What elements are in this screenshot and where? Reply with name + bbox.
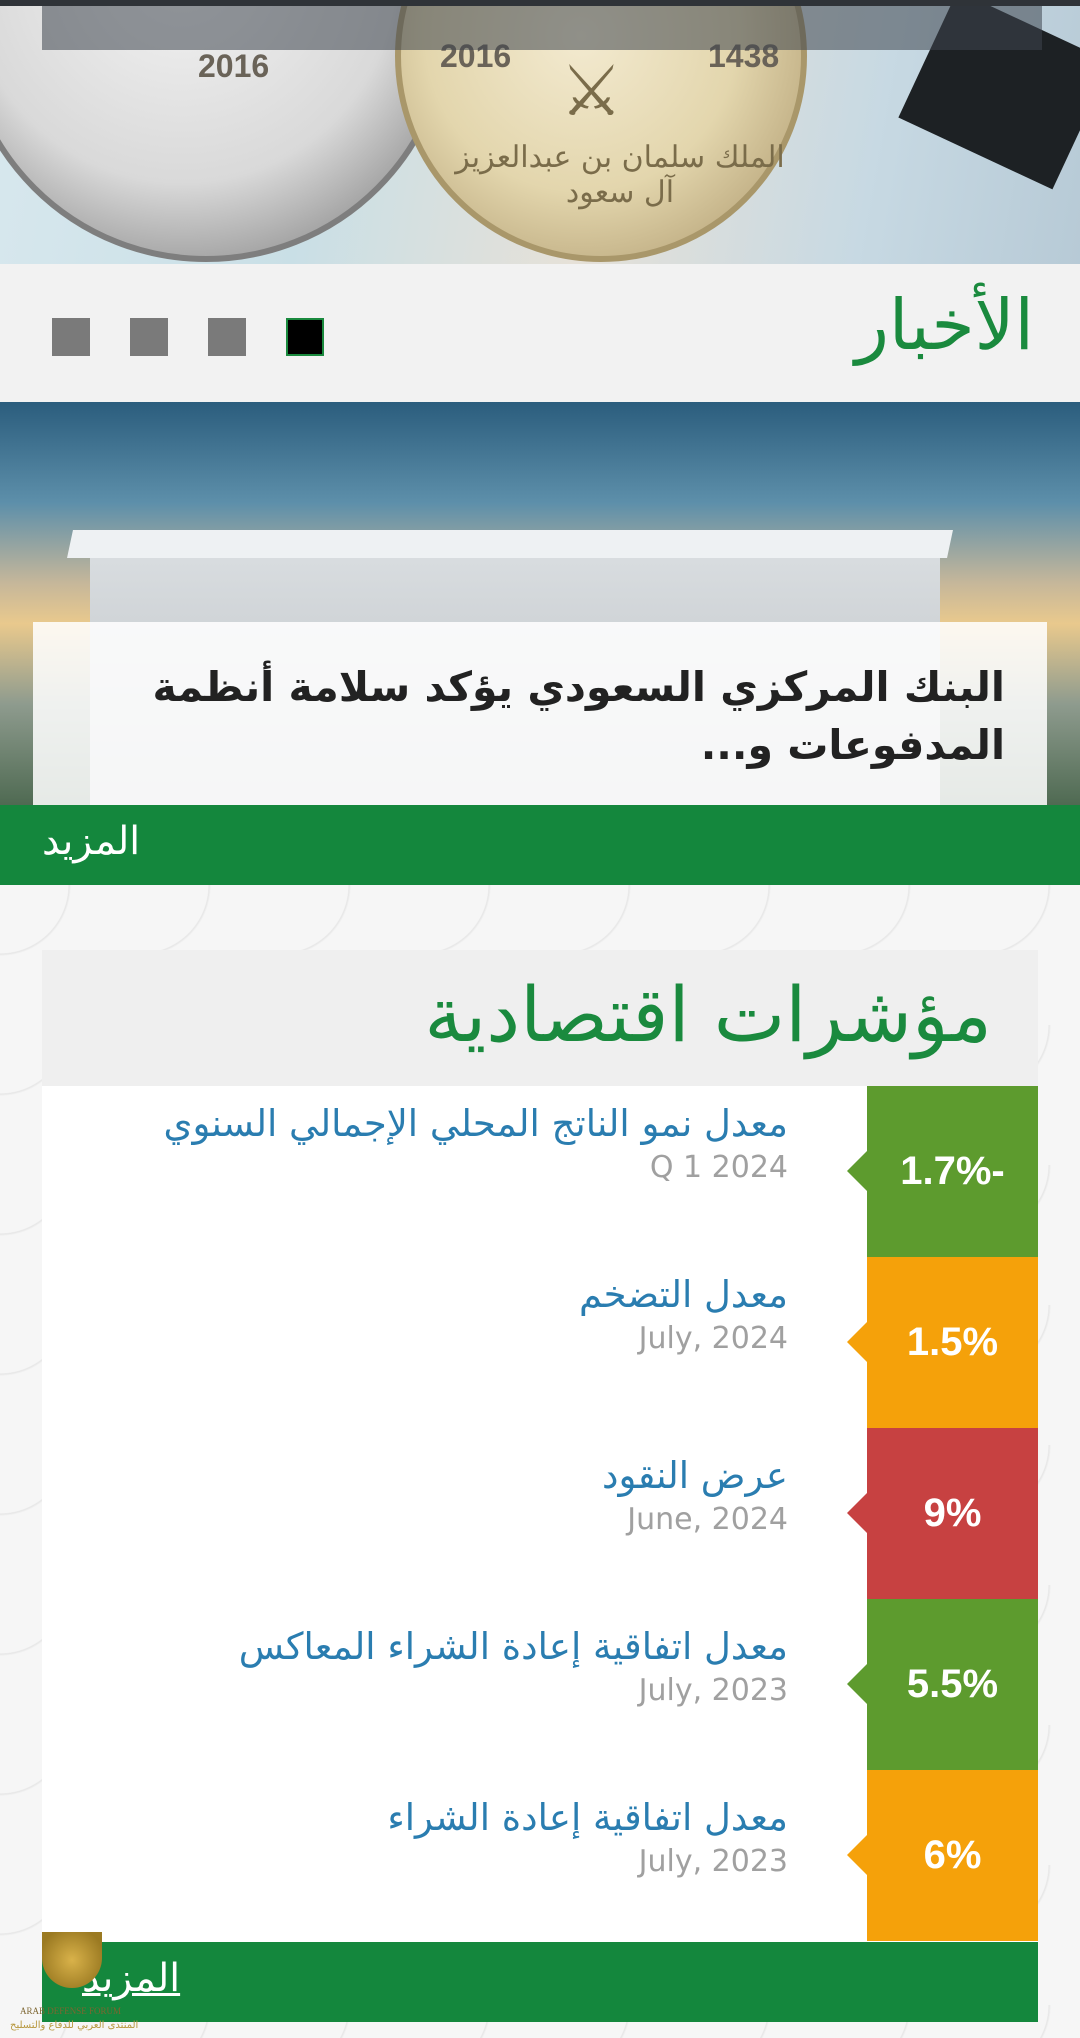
news-section-title: الأخبار: [855, 284, 1034, 366]
slider-dot-1-active[interactable]: [286, 318, 324, 356]
indicator-name: عرض النقود: [601, 1454, 788, 1497]
indicator-name: معدل اتفاقية إعادة الشراء المعاكس: [238, 1625, 788, 1668]
bank-building-roof: [67, 530, 953, 558]
indicator-row-inflation[interactable]: معدل التضخم July, 2024 1.5%: [42, 1257, 1038, 1428]
indicator-name: معدل نمو الناتج المحلي الإجمالي السنوي: [163, 1102, 788, 1145]
slider-dot-2[interactable]: [208, 318, 246, 356]
news-header: الأخبار: [0, 264, 1080, 402]
hero-top-strip: [42, 6, 1042, 50]
indicator-label: عرض النقود June, 2024: [88, 1448, 788, 1537]
indicator-date: July, 2024: [638, 1321, 788, 1356]
indicator-value-badge: 5.5%: [847, 1599, 1038, 1770]
coin-year-left: 2016: [198, 48, 270, 84]
indicator-row-repo[interactable]: معدل اتفاقية إعادة الشراء July, 2023 6%: [42, 1770, 1038, 1941]
indicator-row-reverse-repo[interactable]: معدل اتفاقية إعادة الشراء المعاكس July, …: [42, 1599, 1038, 1770]
slider-pagination: [52, 318, 324, 356]
watermark-text-en: ARAB DEFENSE FORUM: [20, 2006, 122, 2016]
news-more-link[interactable]: المزيد: [42, 819, 140, 864]
indicator-date: July, 2023: [638, 1844, 788, 1879]
hero-banner: 2016 2016 1438 ⚔ الملك سلمان بن عبدالعزي…: [0, 0, 1080, 264]
indicator-label: معدل نمو الناتج المحلي الإجمالي السنوي Q…: [88, 1096, 788, 1185]
indicator-date: July, 2023: [638, 1673, 788, 1708]
slider-dot-4[interactable]: [52, 318, 90, 356]
watermark-text-ar: المنتدى العربي للدفاع والتسليح: [10, 2020, 139, 2031]
eagle-shield-icon: [42, 1932, 102, 1988]
indicator-name: معدل التضخم: [578, 1273, 788, 1316]
indicator-value-badge: 9%: [847, 1428, 1038, 1599]
news-headline-overlay: البنك المركزي السعودي يؤكد سلامة أنظمة ا…: [33, 622, 1047, 805]
forum-watermark-logo: ARAB DEFENSE FORUM المنتدى العربي للدفاع…: [4, 1930, 144, 2038]
indicator-value-badge: 1.5%: [847, 1257, 1038, 1428]
indicator-label: معدل اتفاقية إعادة الشراء July, 2023: [88, 1790, 788, 1879]
indicator-row-money-supply[interactable]: عرض النقود June, 2024 9%: [42, 1428, 1038, 1599]
news-headline[interactable]: البنك المركزي السعودي يؤكد سلامة أنظمة ا…: [105, 658, 1005, 774]
indicator-value-badge: 1.7%-: [847, 1086, 1038, 1257]
indicator-label: معدل اتفاقية إعادة الشراء المعاكس July, …: [88, 1619, 788, 1708]
news-more-bar[interactable]: المزيد: [0, 805, 1080, 885]
coin-inscription: الملك سلمان بن عبدالعزيز آل سعود: [455, 140, 785, 210]
news-slide-image[interactable]: البنك المركزي السعودي يؤكد سلامة أنظمة ا…: [0, 402, 1080, 805]
indicator-date: June, 2024: [627, 1502, 788, 1537]
indicator-name: معدل اتفاقية إعادة الشراء: [387, 1796, 788, 1839]
indicator-label: معدل التضخم July, 2024: [88, 1267, 788, 1356]
indicators-header: مؤشرات اقتصادية: [42, 950, 1038, 1086]
indicators-title: مؤشرات اقتصادية: [424, 970, 992, 1059]
indicators-more-bar[interactable]: المزيد: [42, 1942, 1038, 2022]
indicator-row-gdp[interactable]: معدل نمو الناتج المحلي الإجمالي السنوي Q…: [42, 1086, 1038, 1257]
palm-swords-emblem-icon: ⚔: [560, 50, 623, 132]
slider-dot-3[interactable]: [130, 318, 168, 356]
indicator-date: Q 1 2024: [649, 1150, 788, 1185]
indicator-value-badge: 6%: [847, 1770, 1038, 1941]
